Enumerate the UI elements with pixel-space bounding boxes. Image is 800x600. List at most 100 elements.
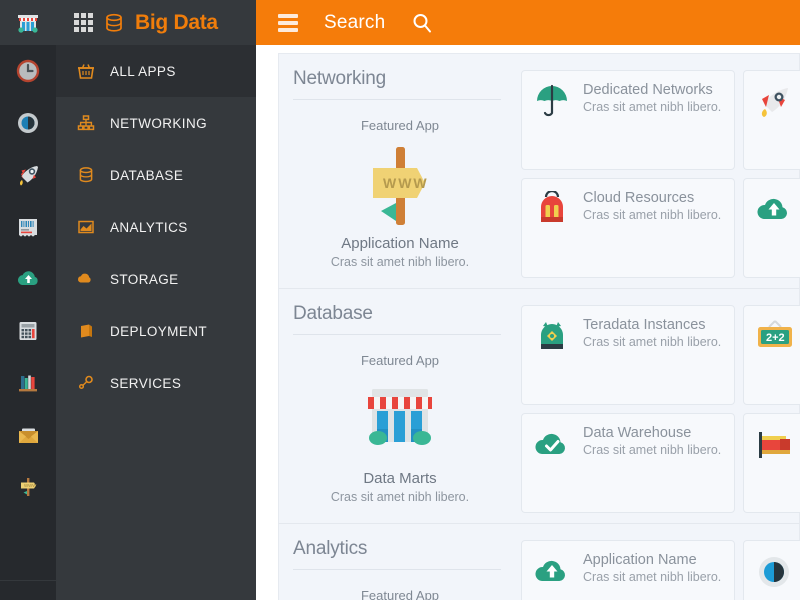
rail-item-books[interactable] xyxy=(0,357,56,409)
cloud-check-icon xyxy=(532,425,572,501)
sidebar-item-label: DATABASE xyxy=(110,168,183,183)
cloud-icon xyxy=(76,270,96,288)
eye-target-icon xyxy=(15,110,41,136)
storefront-icon xyxy=(293,376,507,464)
sidebar-item-deployment[interactable]: DEPLOYMENT xyxy=(56,305,256,357)
svg-text:WWW: WWW xyxy=(383,175,429,191)
sidebar: Big Data ALL APPS NETWORKING xyxy=(56,0,256,600)
books-shelf-icon xyxy=(15,370,41,396)
card-desc: Cras sit amet nibh libero. xyxy=(583,443,721,457)
sidebar-item-all-apps[interactable]: ALL APPS xyxy=(56,45,256,97)
card-eye-clipped[interactable] xyxy=(743,540,800,600)
chalkboard-2plus2-icon: 2+2 xyxy=(754,317,796,393)
card-title: Application Name xyxy=(583,552,721,568)
svg-text:WWW: WWW xyxy=(24,483,37,488)
database-cylinder-icon xyxy=(103,12,125,34)
sidebar-item-label: STORAGE xyxy=(110,272,179,287)
sidebar-item-label: DEPLOYMENT xyxy=(110,324,207,339)
card-grid-database: Teradata Instances Cras sit amet nibh li… xyxy=(521,303,800,513)
card-rocket-clipped[interactable] xyxy=(743,70,800,170)
sitemap-icon xyxy=(76,114,96,132)
calculator-icon xyxy=(15,318,41,344)
brand-title: Big Data xyxy=(135,11,218,35)
rail-item-clock[interactable] xyxy=(0,45,56,97)
barcode-receipt-icon xyxy=(15,214,41,240)
hamburger-menu-icon[interactable] xyxy=(278,14,298,32)
card-grid-networking: Dedicated Networks Cras sit amet nibh li… xyxy=(521,68,800,278)
sidebar-item-label: NETWORKING xyxy=(110,116,207,131)
rail-item-barcode-receipt[interactable] xyxy=(0,201,56,253)
rocket-icon xyxy=(754,82,794,158)
rail-divider xyxy=(0,580,56,581)
rail-item-mail[interactable] xyxy=(0,409,56,461)
brand-header[interactable]: Big Data xyxy=(56,0,256,45)
section-database: Database Featured App xyxy=(278,288,800,523)
section-networking: Networking Featured App WWW Application … xyxy=(278,53,800,288)
card-desc: Cras sit amet nibh libero. xyxy=(583,570,721,584)
rail-item-calculator[interactable] xyxy=(0,305,56,357)
sidebar-item-label: ALL APPS xyxy=(110,64,176,79)
cloud-upload-icon xyxy=(754,190,794,266)
clock-icon xyxy=(15,58,41,84)
sidebar-item-database[interactable]: DATABASE xyxy=(56,149,256,201)
www-signpost-icon: WWW xyxy=(293,141,507,229)
nodes-icon xyxy=(76,374,96,392)
card-application-name[interactable]: Application Name Cras sit amet nibh libe… xyxy=(521,540,735,600)
signpost-icon: WWW xyxy=(15,474,41,500)
card-flag-clipped[interactable] xyxy=(743,413,800,513)
rail-item-cloud-upload[interactable] xyxy=(0,253,56,305)
featured-app-name: Data Marts xyxy=(293,470,507,487)
featured-app-database: Database Featured App xyxy=(293,303,521,513)
sidebar-item-storage[interactable]: STORAGE xyxy=(56,253,256,305)
rail-item-analytics-eye[interactable] xyxy=(0,97,56,149)
card-chalkboard-clipped[interactable]: 2+2 xyxy=(743,305,800,405)
chart-icon xyxy=(76,218,96,236)
sidebar-item-services[interactable]: SERVICES xyxy=(56,357,256,409)
database-icon xyxy=(76,166,96,184)
card-title: Dedicated Networks xyxy=(583,82,721,98)
app-grid-icon[interactable] xyxy=(74,13,93,32)
main-content: Networking Featured App WWW Application … xyxy=(256,45,800,600)
rail-item-rocket[interactable] xyxy=(0,149,56,201)
section-rule xyxy=(293,569,501,570)
sidebar-item-analytics[interactable]: ANALYTICS xyxy=(56,201,256,253)
card-desc: Cras sit amet nibh libero. xyxy=(583,335,721,349)
rail-item-signpost[interactable]: WWW xyxy=(0,461,56,513)
search-label[interactable]: Search xyxy=(324,12,385,34)
section-title: Analytics xyxy=(293,538,507,560)
card-desc: Cras sit amet nibh libero. xyxy=(583,100,721,114)
rail-brand-slot xyxy=(0,0,56,45)
eye-target-icon xyxy=(754,552,794,600)
section-rule xyxy=(293,99,501,100)
cloud-upload-icon xyxy=(532,552,572,600)
section-title: Networking xyxy=(293,68,507,90)
card-title: Data Warehouse xyxy=(583,425,721,441)
card-teradata-instances[interactable]: Teradata Instances Cras sit amet nibh li… xyxy=(521,305,735,405)
store-icon xyxy=(15,10,41,36)
section-analytics: Analytics Featured App Application Name … xyxy=(278,523,800,600)
featured-app-networking: Networking Featured App WWW Application … xyxy=(293,68,521,278)
search-icon[interactable] xyxy=(411,12,433,34)
topbar: Search xyxy=(256,0,800,45)
envelope-mail-icon xyxy=(15,422,42,449)
card-title: Cloud Resources xyxy=(583,190,721,206)
icon-rail: WWW xyxy=(0,0,56,600)
section-title: Database xyxy=(293,303,507,325)
card-data-warehouse[interactable]: Data Warehouse Cras sit amet nibh libero… xyxy=(521,413,735,513)
sidebar-item-label: SERVICES xyxy=(110,376,181,391)
card-grid-analytics: Application Name Cras sit amet nibh libe… xyxy=(521,538,800,600)
flag-icon xyxy=(754,425,796,501)
featured-label: Featured App xyxy=(293,588,507,600)
featured-app-analytics: Analytics Featured App xyxy=(293,538,521,600)
featured-app-name: Application Name xyxy=(293,235,507,252)
package-icon xyxy=(76,322,96,340)
card-cloud-resources[interactable]: Cloud Resources Cras sit amet nibh liber… xyxy=(521,178,735,278)
featured-label: Featured App xyxy=(293,118,507,133)
sidebar-item-label: ANALYTICS xyxy=(110,220,188,235)
cloud-upload-icon xyxy=(15,266,42,293)
sidebar-item-networking[interactable]: NETWORKING xyxy=(56,97,256,149)
featured-app-desc: Cras sit amet nibh libero. xyxy=(293,490,507,504)
umbrella-icon xyxy=(532,82,572,158)
card-dedicated-networks[interactable]: Dedicated Networks Cras sit amet nibh li… xyxy=(521,70,735,170)
card-cloud-upload-clipped[interactable] xyxy=(743,178,800,278)
